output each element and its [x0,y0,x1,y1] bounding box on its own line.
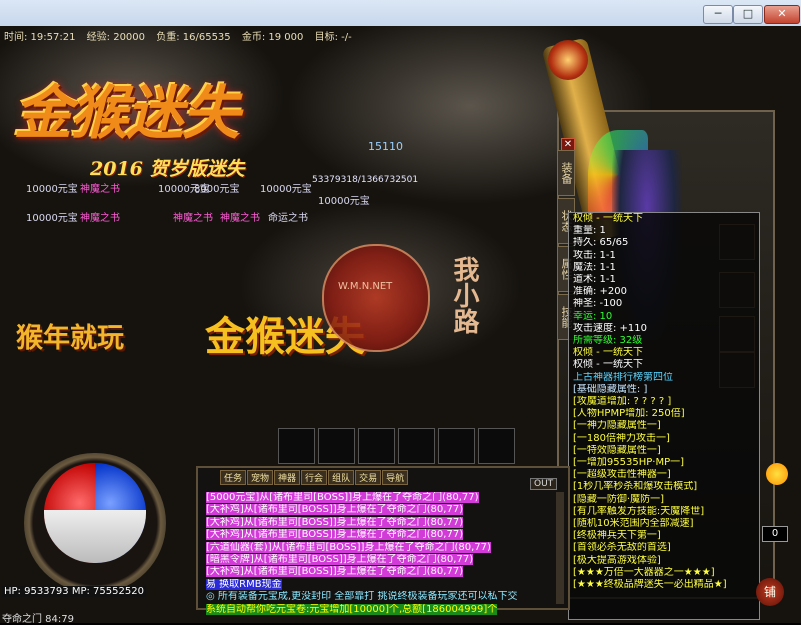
tooltip-line: [随机10米范围内全部减速] [573,518,694,530]
chat-tab[interactable]: 导航 [382,470,409,485]
watermark-vertical-text: 我小路 [449,256,479,334]
gold-readout: 金币: 19 000 [241,32,304,43]
time-readout: 时间: 19:57:21 [4,32,76,43]
chat-log: [5000元宝]从[诸布里司[BOSS]]身上爆在了夺命之门(80,77) [大… [206,492,556,616]
tooltip-line: 权倾 - 一统天下 [573,347,643,359]
chat-line: [5000元宝]从[诸布里司[BOSS]]身上爆在了夺命之门(80,77) [206,492,479,503]
hp-mp-readout: HP: 9533793 MP: 75552520 [2,586,146,597]
status-bar: 时间: 19:57:21 经验: 20000 负重: 16/65535 金币: … [4,28,360,43]
tooltip-line: [一神力隐藏属性一] [573,420,661,432]
quick-slot[interactable] [398,428,435,464]
quick-slot[interactable] [278,428,315,464]
chat-tab[interactable]: 任务 [220,470,247,485]
maximize-button[interactable]: □ [733,5,763,24]
tooltip-line: 攻击: 1-1 [573,249,616,261]
tooltip-line: 权倾 - 一统天下 [573,359,643,371]
chat-line: [大补鸡]从[诸布里司[BOSS]]身上爆在了夺命之门(80,77) [206,504,464,516]
tooltip-line: 道术: 1-1 [573,274,616,286]
chat-line: [六道仙器(套)]从[诸布里司[BOSS]]身上爆在了夺命之门(80,77) [206,541,491,553]
tooltip-line: [终极神兵天下第一] [573,530,661,542]
tooltip-line: 权倾 - 一统天下 [573,213,643,224]
tooltip-line: 魔法: 1-1 [573,261,616,273]
tooltip-line: [基础隐藏属性: ] [573,383,648,395]
ground-item[interactable]: 神魔之书 [80,180,120,195]
tooltip-line: [一特效隐藏属性一] [573,444,661,456]
tooltip-line: 攻击速度: +110 [573,322,648,334]
ground-item[interactable]: 10000元宝 [26,209,78,224]
tooltip-line: [首领必杀无敌的首选] [573,542,671,554]
game-logo-title: 金猴迷失 [14,79,240,147]
target-readout: 目标: -/- [314,32,352,43]
game-logo-subtitle: 2016 贺岁版迷失 [90,158,245,180]
tooltip-line: 重量: 1 [573,225,606,237]
exp-readout: 经验: 20000 [86,32,146,43]
hp-value: HP: 9533793 [4,586,69,597]
tooltip-line: [攻魔道增加: ? ? ? ? ] [573,396,672,408]
ground-item[interactable]: 10000元宝 [260,180,312,195]
window-titlebar [0,0,801,26]
tooltip-line: 上古神器排行榜第四位 [573,371,673,383]
chat-tab[interactable]: 宠物 [247,470,274,485]
chat-tab[interactable]: 交易 [355,470,382,485]
weight-readout: 负重: 16/65535 [156,32,231,43]
tooltip-line: 持久: 65/65 [573,237,629,249]
quick-item-bar [278,428,518,468]
quick-slot[interactable] [478,428,515,464]
tooltip-line: [有几率触发方技能:天魔降世] [573,505,705,517]
mp-value: MP: 75552520 [71,586,144,597]
tooltip-line: 准确: +200 [573,286,628,298]
quick-slot[interactable] [438,428,475,464]
seal-emblem-text: W.M.N.NET [338,281,393,292]
counter-box: 0 [762,526,788,542]
tooltip-line: [隐藏一防御·魔防一] [573,493,664,505]
tooltip-line: [一增加95535HP·MP一] [573,457,685,469]
tooltip-line: [★★★终极品牌迷失一必出精品★] [573,579,727,591]
quick-slot[interactable] [358,428,395,464]
tooltip-line: 所需等级: 32级 [573,335,643,347]
tooltip-line: [★★★万倍一大器器之一★★★] [573,566,715,578]
ground-item[interactable]: 命运之书 [268,209,308,224]
ground-item[interactable]: 神魔之书 [80,209,120,224]
ground-item[interactable]: 神魔之书 [173,209,213,224]
ground-item[interactable]: 8000元宝 [194,180,239,195]
chat-line: ◎ 所有装备元宝成,更没封印 全部靠打 挑说终极装备玩家还可以私下交 [206,591,518,603]
chat-scrollbar[interactable] [556,492,564,604]
chat-line: 易 换取RMB现金 [206,578,282,590]
tooltip-line: [一180倍神力攻击一] [573,432,670,444]
tooltip-line: [极大提高游戏体验] [573,554,661,566]
tooltip-line: [人物HPMP增加: 250倍] [573,408,685,420]
chat-line: [暗黑令牌]从[诸布里司[BOSS]]身上爆在了夺命之门(80,77) [206,554,474,566]
minimize-button[interactable]: ─ [703,5,733,24]
chat-tab[interactable]: 组队 [328,470,355,485]
chat-line: 系统自动帮你吃元宝卷:元宝增加[10000]个,总额[186004999]个 [206,603,498,615]
seal-emblem [322,244,430,352]
target-hp-readout: 53379318/1366732501 [312,175,419,185]
ground-item[interactable]: 神魔之书 [220,209,260,224]
chat-tab-bar: 任务 宠物 神器 行会 组队 交易 导航 [220,466,409,485]
tooltip-line: 神圣: -100 [573,298,623,310]
close-button[interactable]: ✕ [764,5,800,24]
tooltip-line: [1秒几率秒杀和爆攻击模式] [573,481,698,493]
slogan-left: 猴年就玩 [16,323,124,354]
sun-icon [766,463,788,485]
shop-button[interactable]: 铺 [756,578,784,606]
ground-item[interactable]: 10000元宝 [318,192,370,207]
chat-tab[interactable]: 神器 [274,470,301,485]
quick-slot[interactable] [318,428,355,464]
coords-value: 15110 [368,140,403,153]
tab-equipment[interactable]: 装备 [557,150,575,196]
chat-tab[interactable]: 行会 [301,470,328,485]
ground-item[interactable]: 10000元宝 [26,180,78,195]
chat-line: [大补鸡]从[诸布里司[BOSS]]身上爆在了夺命之门(80,77) [206,566,464,578]
item-tooltip: 权倾 - 一统天下 重量: 1 持久: 65/65 攻击: 1-1 魔法: 1-… [568,212,760,620]
chat-out-button[interactable]: OUT [530,478,558,490]
tooltip-line: [一超级攻击性神器一] [573,469,671,481]
gem-icon [548,40,588,80]
chat-line: [大补鸡]从[诸布里司[BOSS]]身上爆在了夺命之门(80,77) [206,516,464,528]
chat-line: [大补鸡]从[诸布里司[BOSS]]身上爆在了夺命之门(80,77) [206,529,464,541]
tooltip-line: 幸运: 10 [573,310,613,322]
